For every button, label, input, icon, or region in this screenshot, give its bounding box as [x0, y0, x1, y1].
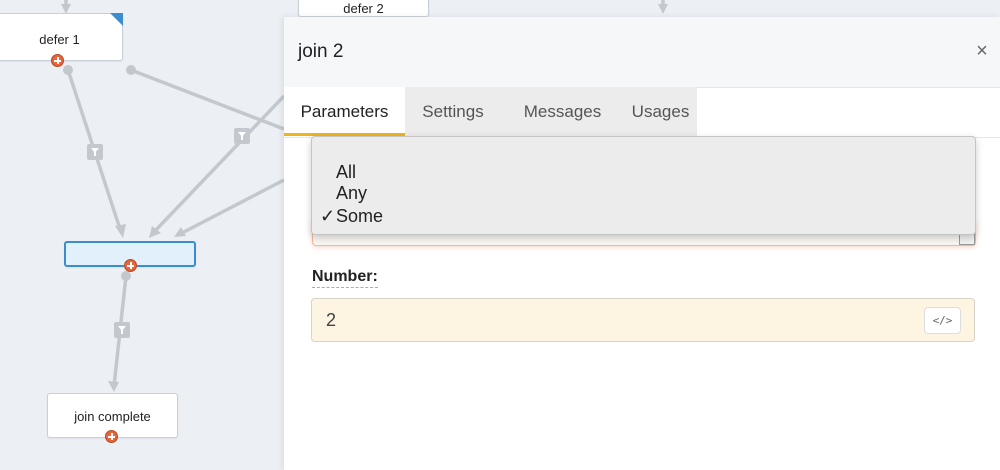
close-icon[interactable]: × — [972, 41, 992, 61]
code-editor-button[interactable]: </> — [924, 307, 961, 334]
node-join-complete[interactable]: join complete — [47, 393, 178, 443]
arrowhead — [108, 381, 119, 392]
node-defer-1[interactable]: defer 1 — [0, 13, 123, 67]
connection-start-dot — [63, 65, 73, 75]
tab-label: Settings — [422, 102, 484, 121]
panel-header: join 2 × — [284, 17, 1000, 88]
dropdown-option-all[interactable]: All — [312, 161, 612, 183]
number-input[interactable]: 2 </> — [311, 298, 975, 342]
mode-dropdown-menu[interactable]: All Any ✓ Some — [311, 136, 976, 235]
tab-label: Usages — [631, 102, 690, 121]
panel-tabs: Parameters Settings Messages Usages — [284, 87, 1000, 138]
option-label: Any — [336, 183, 368, 203]
tab-usages[interactable]: Usages — [624, 87, 697, 136]
tab-settings[interactable]: Settings — [405, 87, 501, 136]
number-value[interactable]: 2 — [326, 310, 336, 331]
filter-icon[interactable] — [234, 128, 250, 144]
checkmark-icon: ✓ — [320, 206, 336, 226]
add-port-icon[interactable] — [124, 259, 137, 272]
tab-label: Parameters — [300, 102, 389, 121]
connection-start-dot — [126, 65, 136, 75]
connection-line — [152, 94, 286, 234]
number-label: Number: — [312, 268, 378, 288]
dropdown-option-some[interactable]: ✓ Some — [312, 205, 612, 227]
connection-start-dot — [121, 271, 131, 281]
tab-parameters[interactable]: Parameters — [284, 87, 405, 136]
node-join-2-selected[interactable] — [64, 241, 196, 272]
node-label: defer 1 — [39, 32, 80, 47]
option-label: All — [336, 162, 357, 182]
panel-title: join 2 — [298, 41, 344, 62]
filter-icon[interactable] — [87, 144, 103, 160]
tab-messages[interactable]: Messages — [501, 87, 624, 136]
node-label: join complete — [74, 409, 151, 424]
tab-label: Messages — [523, 102, 602, 121]
add-port-icon[interactable] — [105, 430, 118, 443]
option-label: Some — [336, 206, 384, 226]
arrowhead — [658, 4, 668, 14]
node-defer-2[interactable]: defer 2 — [298, 0, 429, 17]
arrowhead — [115, 224, 126, 238]
dropdown-option-any[interactable]: Any — [312, 182, 612, 204]
properties-panel: join 2 × Parameters Settings Messages Us… — [284, 17, 1000, 470]
add-port-icon[interactable] — [51, 54, 64, 67]
node-label: defer 2 — [343, 1, 384, 16]
node-corner-flag — [110, 13, 123, 26]
filter-icon[interactable] — [114, 322, 130, 338]
